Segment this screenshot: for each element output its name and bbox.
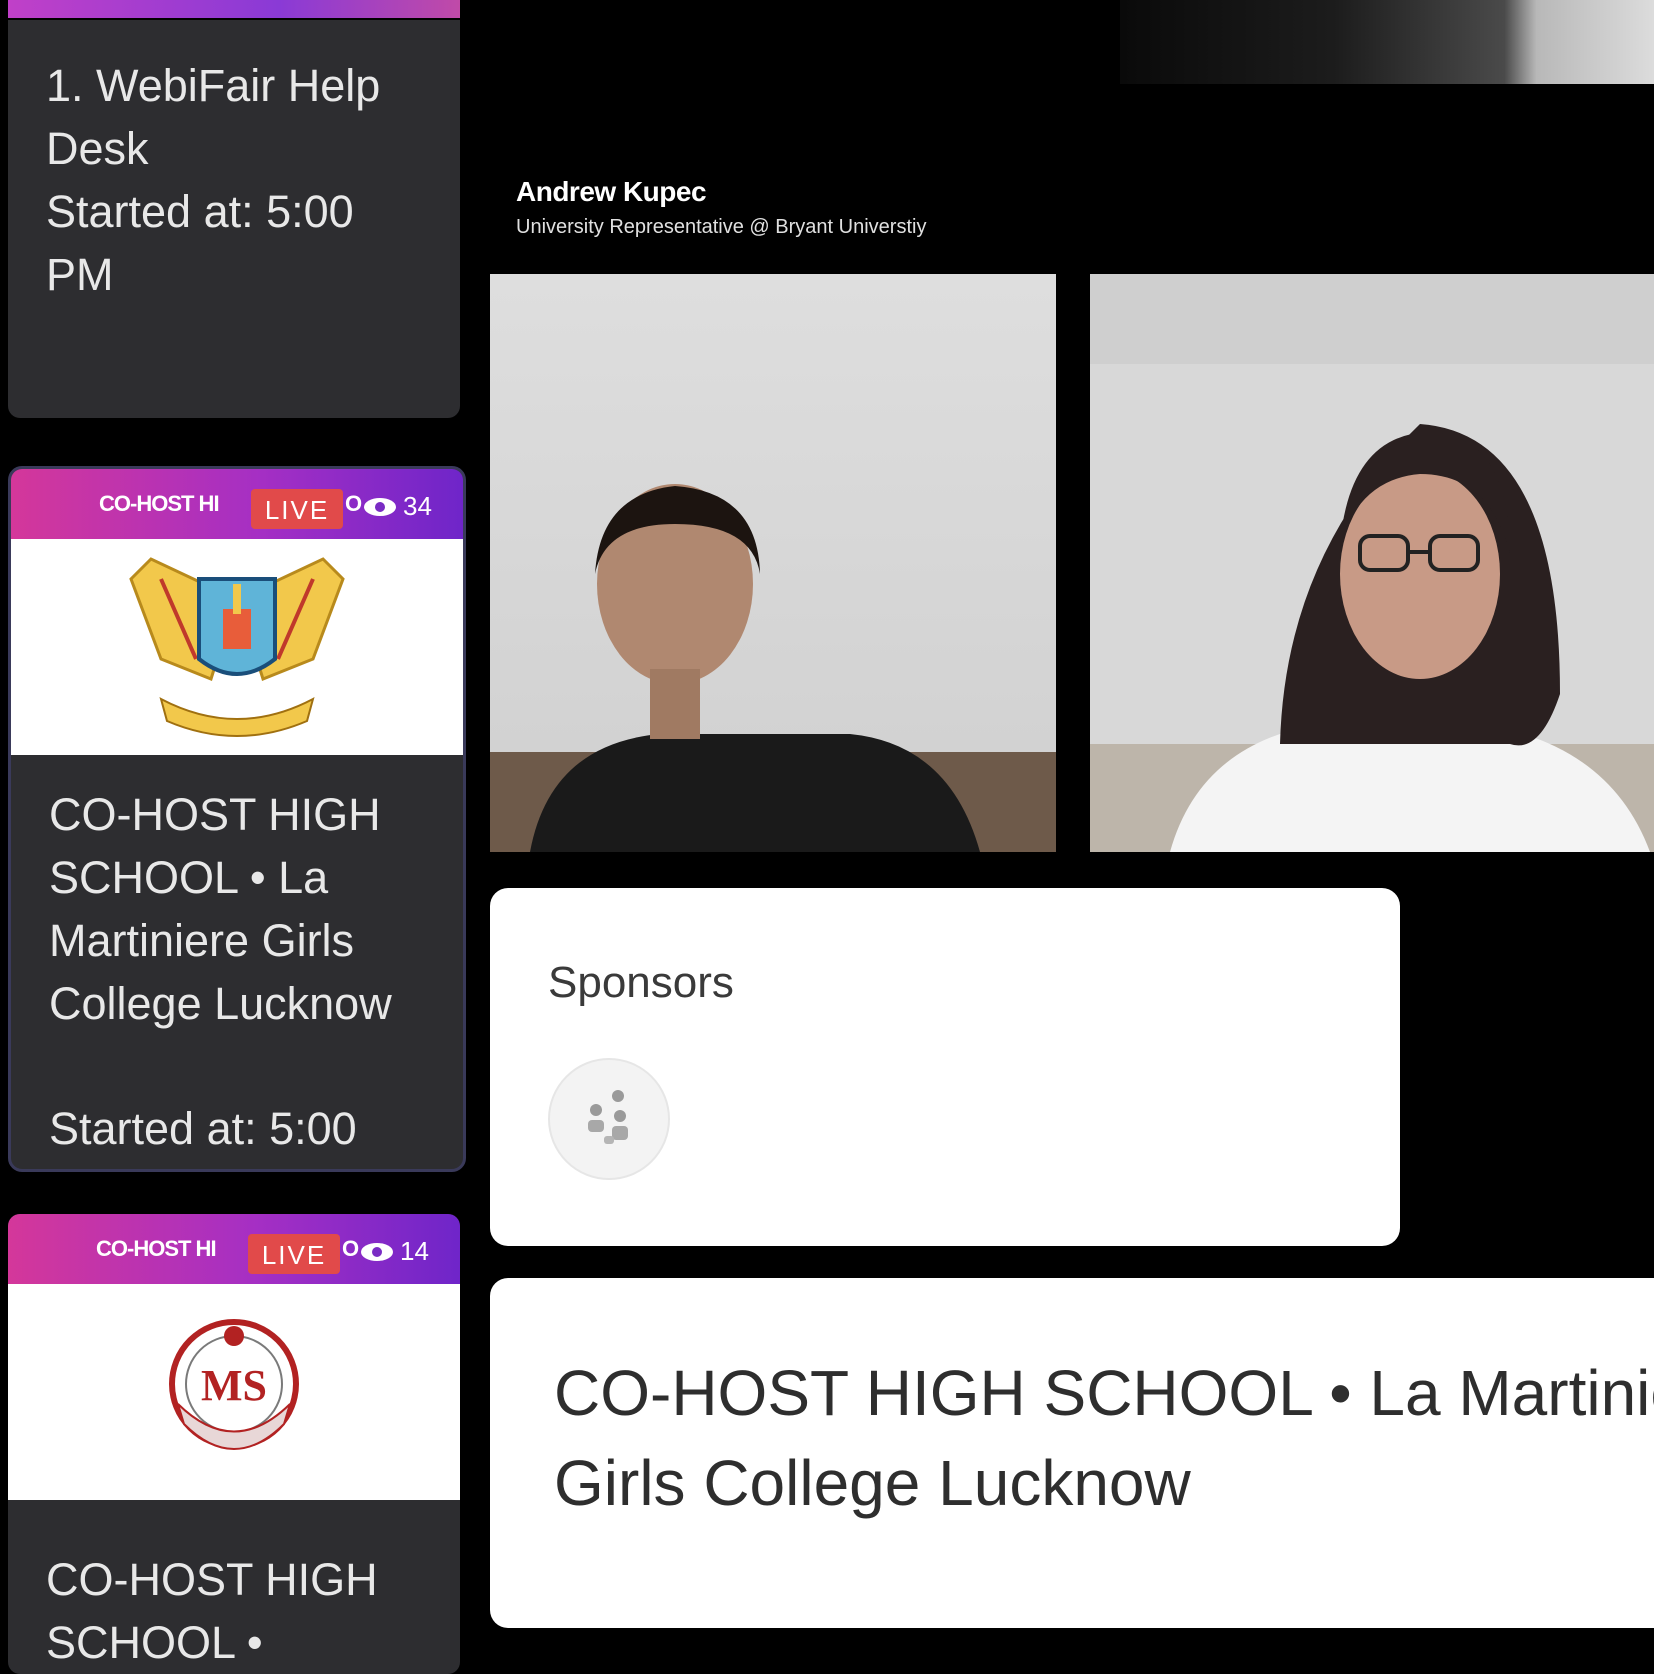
participant-silhouette [1170,424,1650,852]
help-desk-started: Started at: 5:00 PM [46,186,354,300]
banner-text: CO-HOST HI [96,1236,217,1261]
main-session-title: CO-HOST HIGH SCHOOL • La Martiniere Girl… [554,1357,1654,1519]
participant-video-1[interactable] [490,274,1056,852]
participant-silhouette [530,484,980,852]
school-logo-area [11,539,463,755]
banner-tail: O [345,491,363,516]
school-logo-area: MS [8,1284,460,1500]
sponsors-panel: Sponsors [490,888,1400,1246]
session-started: Started at: 5:00 PM [49,1103,357,1169]
sponsors-heading: Sponsors [548,958,734,1007]
session-banner: CO-HOST HI O LIVE 14 [8,1214,460,1284]
viewer-count-value: 14 [400,1236,429,1266]
banner-text: CO-HOST HI [99,491,220,516]
participant-video-2[interactable] [1090,274,1654,852]
session-card-2[interactable]: CO-HOST HI O LIVE 14 MS CO-HOST HIGH SCH… [8,1214,460,1674]
school-crest-logo [129,557,345,737]
eye-icon [361,1242,393,1261]
eye-icon [364,497,396,516]
speaker-name: Andrew Kupec [516,176,707,207]
session-title: CO-HOST HIGH SCHOOL • [46,1554,378,1668]
school-emblem-logo: MS [169,1319,299,1450]
speaker-role: University Representative @ Bryant Unive… [516,216,927,238]
viewer-count: 14 [360,1236,429,1267]
banner-tail: O [342,1236,360,1261]
help-desk-title: 1. WebiFair Help Desk [46,60,381,174]
session-title: CO-HOST HIGH SCHOOL • La Martiniere Girl… [49,789,392,1029]
viewer-count-value: 34 [403,491,432,521]
people-icon [588,1090,628,1144]
session-card-1[interactable]: CO-HOST HI O LIVE 34 CO-HOST HIGH SCHOOL… [8,466,466,1172]
top-gradient-strip [8,0,460,18]
top-video-tile [1120,0,1654,84]
session-title-panel: CO-HOST HIGH SCHOOL • La Martiniere Girl… [490,1278,1654,1628]
help-desk-card[interactable]: 1. WebiFair Help Desk Started at: 5:00 P… [8,20,460,418]
sidebar: 1. WebiFair Help Desk Started at: 5:00 P… [0,0,470,1674]
viewer-count: 34 [363,491,432,522]
session-banner: CO-HOST HI O LIVE 34 [11,469,463,539]
live-badge: LIVE [251,489,343,529]
emblem-initials: MS [201,1361,267,1410]
speaker-caption: Andrew Kupec University Representative @… [516,176,1116,239]
sponsor-logo-button[interactable] [548,1058,670,1180]
live-badge: LIVE [248,1234,340,1274]
